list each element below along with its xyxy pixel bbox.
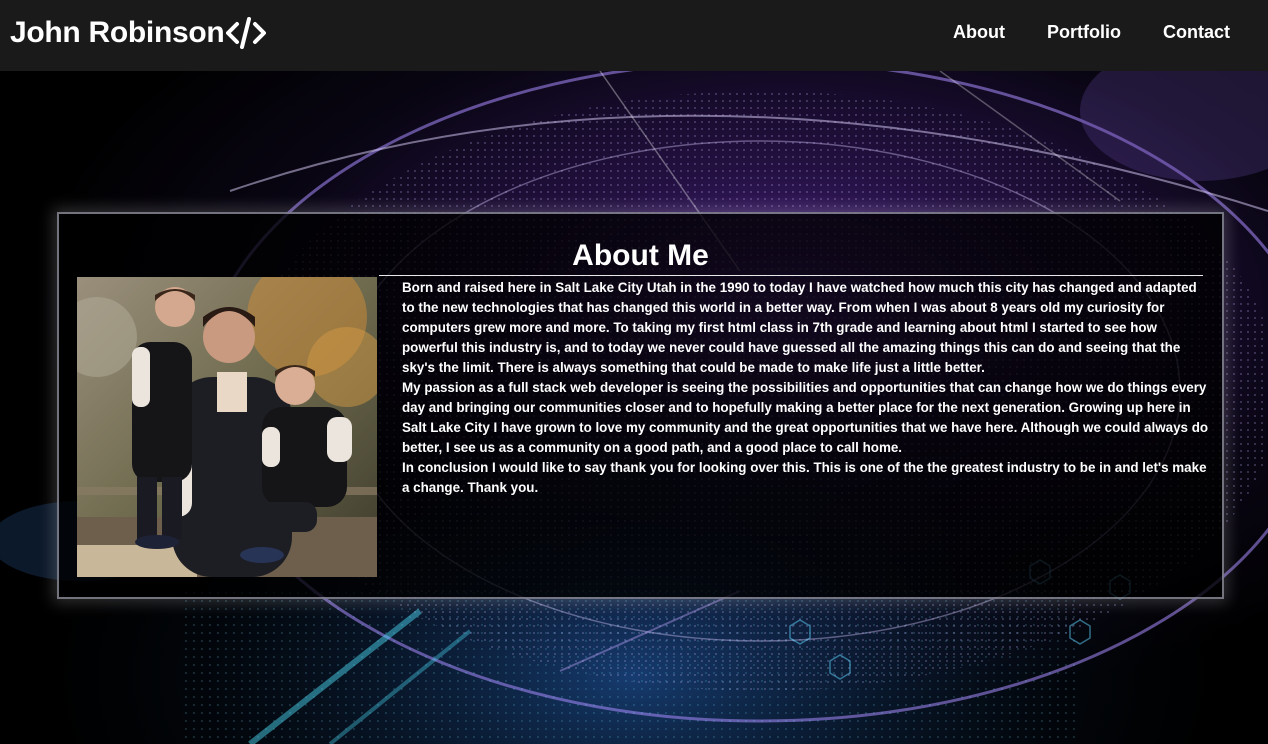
brand-name: John Robinson (10, 16, 225, 49)
site-header: John Robinson About Portfolio Contact (0, 0, 1268, 71)
nav-link-about[interactable]: About (953, 20, 1005, 44)
main-nav: About Portfolio Contact (953, 20, 1230, 44)
family-photo-illustration (77, 277, 377, 577)
title-divider (379, 275, 1203, 276)
family-photo (77, 277, 377, 577)
code-icon (226, 17, 267, 49)
bio-paragraph: My passion as a full stack web developer… (402, 380, 1209, 455)
about-title: About Me (572, 239, 709, 272)
brand-logo[interactable]: John Robinson (10, 13, 267, 53)
about-bio: Born and raised here in Salt Lake City U… (402, 278, 1212, 498)
about-card: About Me Born and raised here in Salt La… (57, 212, 1224, 599)
bio-paragraph: In conclusion I would like to say thank … (402, 460, 1207, 495)
nav-link-contact[interactable]: Contact (1163, 20, 1230, 44)
bio-paragraph: Born and raised here in Salt Lake City U… (402, 280, 1197, 375)
nav-link-portfolio[interactable]: Portfolio (1047, 20, 1121, 44)
page: John Robinson About Portfolio Contact Ab… (0, 0, 1268, 744)
